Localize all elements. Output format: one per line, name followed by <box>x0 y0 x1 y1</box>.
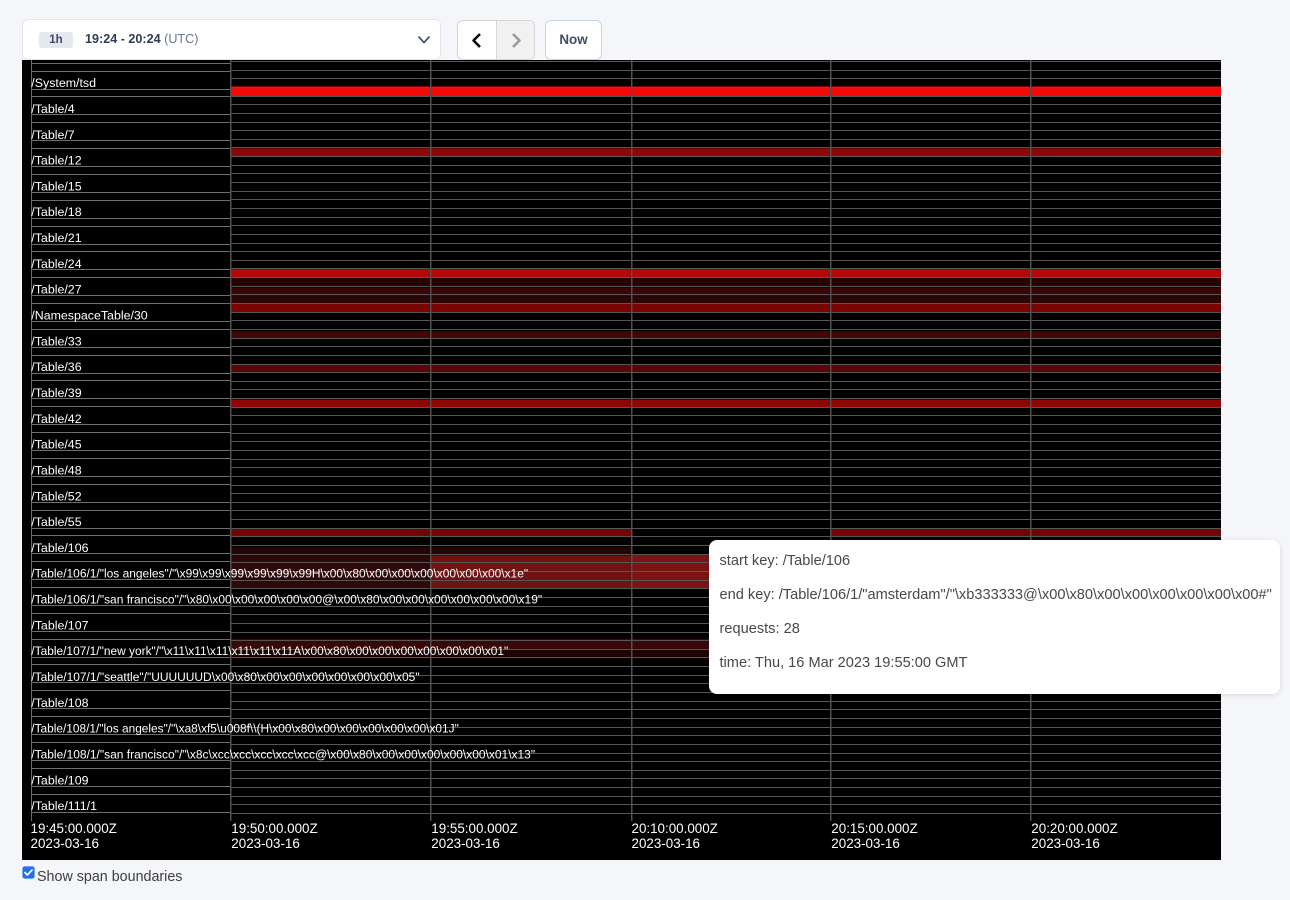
svg-text:/Table/107: /Table/107 <box>31 618 88 632</box>
svg-text:/Table/106: /Table/106 <box>31 541 88 555</box>
svg-text:/Table/111/1: /Table/111/1 <box>31 799 97 813</box>
svg-text:/Table/4: /Table/4 <box>31 102 75 116</box>
svg-text:/Table/36: /Table/36 <box>31 360 81 374</box>
svg-text:19:50:00.000Z: 19:50:00.000Z <box>231 821 317 836</box>
svg-text:/Table/48: /Table/48 <box>31 463 81 477</box>
svg-text:2023-03-16: 2023-03-16 <box>231 836 299 851</box>
svg-text:/Table/45: /Table/45 <box>31 438 81 452</box>
svg-text:2023-03-16: 2023-03-16 <box>1031 836 1100 851</box>
svg-text:2023-03-16: 2023-03-16 <box>31 836 100 851</box>
svg-text:/Table/24: /Table/24 <box>31 257 81 271</box>
svg-text:/Table/39: /Table/39 <box>31 386 81 400</box>
svg-text:/Table/12: /Table/12 <box>31 154 81 168</box>
svg-text:19:55:00.000Z: 19:55:00.000Z <box>431 821 517 836</box>
svg-text:19:45:00.000Z: 19:45:00.000Z <box>31 821 117 836</box>
svg-text:/Table/106/1/"san francisco"/": /Table/106/1/"san francisco"/"\x80\x00\x… <box>31 593 542 607</box>
svg-text:2023-03-16: 2023-03-16 <box>632 836 701 851</box>
svg-text:/Table/108/1/"los angeles"/"\x: /Table/108/1/"los angeles"/"\xa8\xf5\u00… <box>31 722 459 736</box>
svg-text:2023-03-16: 2023-03-16 <box>831 836 900 851</box>
svg-text:/Table/107/1/"new york"/"\x11\: /Table/107/1/"new york"/"\x11\x11\x11\x1… <box>31 644 508 658</box>
svg-text:/Table/107/1/"seattle"/"UUUUUU: /Table/107/1/"seattle"/"UUUUUUD\x00\x80\… <box>31 670 419 684</box>
svg-text:/Table/33: /Table/33 <box>31 334 81 348</box>
svg-text:/Table/106/1/"los angeles"/"\x: /Table/106/1/"los angeles"/"\x99\x99\x99… <box>31 567 528 581</box>
svg-text:/Table/18: /Table/18 <box>31 205 81 219</box>
svg-text:/Table/55: /Table/55 <box>31 515 81 529</box>
svg-text:/Table/108/1/"san francisco"/": /Table/108/1/"san francisco"/"\x8c\xcc\x… <box>31 747 535 761</box>
svg-text:/Table/108: /Table/108 <box>31 696 88 710</box>
svg-text:20:15:00.000Z: 20:15:00.000Z <box>831 821 917 836</box>
svg-text:2023-03-16: 2023-03-16 <box>431 836 500 851</box>
svg-text:/System/tsd: /System/tsd <box>31 76 96 90</box>
svg-text:20:10:00.000Z: 20:10:00.000Z <box>632 821 718 836</box>
svg-text:/Table/7: /Table/7 <box>31 128 75 142</box>
svg-text:/Table/15: /Table/15 <box>31 179 81 193</box>
svg-text:20:20:00.000Z: 20:20:00.000Z <box>1031 821 1117 836</box>
svg-text:/Table/52: /Table/52 <box>31 489 81 503</box>
svg-text:/Table/21: /Table/21 <box>31 231 81 245</box>
svg-text:/Table/42: /Table/42 <box>31 412 81 426</box>
svg-text:/NamespaceTable/30: /NamespaceTable/30 <box>31 309 148 323</box>
svg-text:/Table/109: /Table/109 <box>31 773 88 787</box>
svg-text:/Table/27: /Table/27 <box>31 283 81 297</box>
